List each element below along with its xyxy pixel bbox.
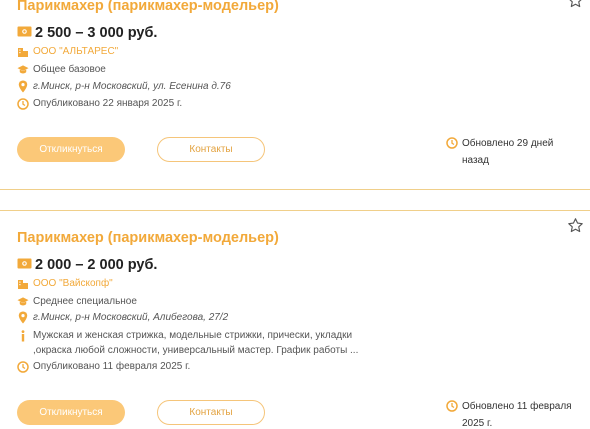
address-row: г.Минск, р-н Московский, ул. Есенина д.7… [17, 79, 231, 94]
vacancy-card: Парикмахер (парикмахер-модельер) 2 500 –… [0, 0, 590, 190]
address-text: г.Минск, р-н Московский, Алибегова, 27/2 [33, 312, 229, 323]
clock-icon [446, 137, 458, 150]
apply-button[interactable]: Откликнуться [17, 400, 125, 425]
updated-text: Обновлено 11 февраля 2025 г. [462, 401, 572, 429]
contacts-button[interactable]: Контакты [157, 137, 265, 162]
updated-info: Обновлено 29 дней назад [446, 135, 582, 169]
education-row: Общее базовое [17, 62, 106, 77]
description-row: Мужская и женская стрижка, модельные стр… [17, 328, 393, 358]
company-name[interactable]: ООО "Вайскопф" [33, 276, 113, 291]
address-row: г.Минск, р-н Московский, Алибегова, 27/2 [17, 310, 228, 325]
contacts-button[interactable]: Контакты [157, 400, 265, 425]
money-icon [17, 25, 32, 41]
vacancy-title[interactable]: Парикмахер (парикмахер-модельер) [17, 0, 279, 14]
company-row: ООО "АЛЬТАРЕС" [17, 44, 118, 59]
address-text: г.Минск, р-н Московский, ул. Есенина д.7… [33, 81, 231, 92]
salary-text: 2 500 – 3 000 руб. [35, 25, 158, 41]
map-pin-icon [17, 311, 29, 324]
published-text: Опубликовано 11 февраля 2025 г. [33, 361, 191, 372]
vacancy-title[interactable]: Парикмахер (парикмахер-модельер) [17, 230, 279, 246]
star-icon[interactable] [567, 0, 584, 9]
updated-info: Обновлено 11 февраля 2025 г. [446, 398, 582, 429]
clock-icon [17, 360, 29, 373]
vacancy-card: Парикмахер (парикмахер-модельер) 2 000 –… [0, 210, 590, 429]
published-row: Опубликовано 22 января 2025 г. [17, 96, 182, 111]
building-icon [17, 277, 29, 290]
clock-icon [17, 97, 29, 110]
apply-button[interactable]: Откликнуться [17, 137, 125, 162]
education-row: Среднее специальное [17, 294, 137, 309]
salary-text: 2 000 – 2 000 руб. [35, 257, 158, 273]
education-text: Общее базовое [33, 64, 106, 75]
graduation-cap-icon [17, 295, 29, 308]
money-icon [17, 257, 32, 273]
salary: 2 500 – 3 000 руб. [17, 25, 157, 41]
company-name[interactable]: ООО "АЛЬТАРЕС" [33, 44, 118, 59]
salary: 2 000 – 2 000 руб. [17, 257, 157, 273]
building-icon [17, 45, 29, 58]
company-row: ООО "Вайскопф" [17, 276, 113, 291]
published-row: Опубликовано 11 февраля 2025 г. [17, 359, 190, 374]
published-text: Опубликовано 22 января 2025 г. [33, 98, 183, 109]
clock-icon [446, 400, 458, 413]
star-icon[interactable] [567, 217, 584, 234]
map-pin-icon [17, 80, 29, 93]
updated-text: Обновлено 29 дней назад [462, 138, 554, 166]
info-icon [17, 329, 29, 342]
education-text: Среднее специальное [33, 296, 137, 307]
description-text: Мужская и женская стрижка, модельные стр… [33, 330, 359, 356]
graduation-cap-icon [17, 63, 29, 76]
